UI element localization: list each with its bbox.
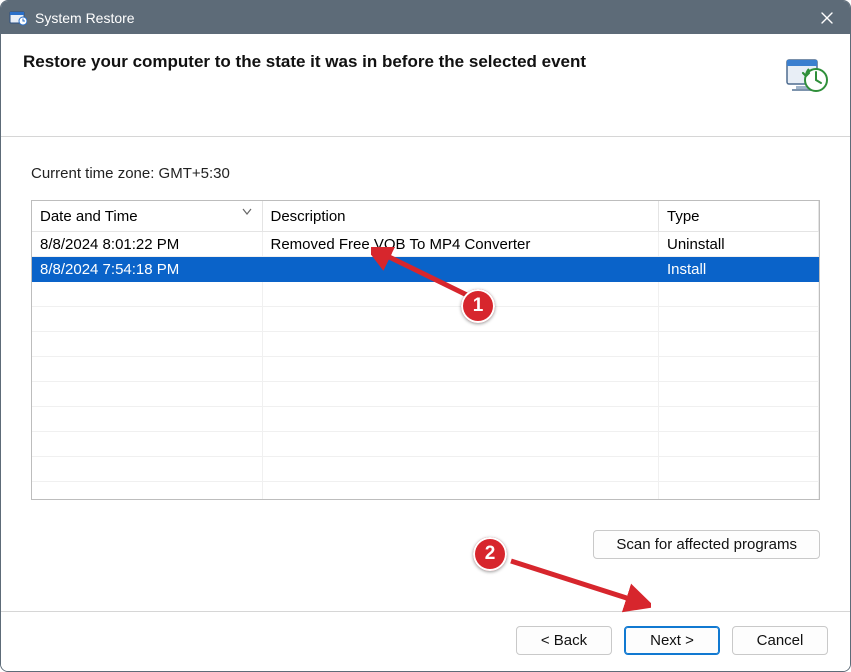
col-datetime[interactable]: Date and Time bbox=[32, 201, 262, 232]
scan-row: Scan for affected programs bbox=[31, 530, 820, 559]
table-row[interactable] bbox=[32, 332, 819, 357]
app-icon bbox=[9, 9, 27, 27]
table-row[interactable] bbox=[32, 432, 819, 457]
wizard-footer: < Back Next > Cancel bbox=[1, 611, 850, 671]
back-button[interactable]: < Back bbox=[516, 626, 612, 655]
table-row[interactable]: 8/8/2024 8:01:22 PMRemoved Free VOB To M… bbox=[32, 232, 819, 257]
table-row[interactable] bbox=[32, 357, 819, 382]
col-datetime-label: Date and Time bbox=[40, 208, 138, 225]
cell-type bbox=[659, 457, 819, 482]
cell-type bbox=[659, 407, 819, 432]
close-icon bbox=[821, 12, 833, 24]
system-restore-window: System Restore Restore your computer to … bbox=[0, 0, 851, 672]
cell-datetime bbox=[32, 482, 262, 501]
table-row[interactable] bbox=[32, 307, 819, 332]
cell-type bbox=[659, 282, 819, 307]
cell-type bbox=[659, 482, 819, 501]
cell-datetime bbox=[32, 332, 262, 357]
col-type-label: Type bbox=[667, 208, 700, 225]
table-row[interactable] bbox=[32, 407, 819, 432]
cell-description bbox=[262, 382, 659, 407]
col-description-label: Description bbox=[271, 208, 346, 225]
titlebar: System Restore bbox=[1, 1, 850, 34]
table-header-row: Date and Time Description Type bbox=[32, 201, 819, 232]
page-heading: Restore your computer to the state it wa… bbox=[23, 52, 586, 72]
cell-description bbox=[262, 332, 659, 357]
cell-description bbox=[262, 357, 659, 382]
cell-type bbox=[659, 307, 819, 332]
table-row[interactable] bbox=[32, 482, 819, 501]
cell-datetime bbox=[32, 282, 262, 307]
cell-datetime bbox=[32, 307, 262, 332]
cell-datetime bbox=[32, 407, 262, 432]
cell-type: Uninstall bbox=[659, 232, 819, 257]
header-strip: Restore your computer to the state it wa… bbox=[1, 34, 850, 137]
scan-affected-button[interactable]: Scan for affected programs bbox=[593, 530, 820, 559]
cell-description bbox=[262, 257, 659, 282]
timezone-label: Current time zone: GMT+5:30 bbox=[31, 165, 820, 182]
col-description[interactable]: Description bbox=[262, 201, 659, 232]
window-title: System Restore bbox=[35, 10, 804, 26]
cell-description bbox=[262, 482, 659, 501]
cancel-button[interactable]: Cancel bbox=[732, 626, 828, 655]
next-button[interactable]: Next > bbox=[624, 626, 720, 655]
cell-type bbox=[659, 432, 819, 457]
col-type[interactable]: Type bbox=[659, 201, 819, 232]
cell-datetime bbox=[32, 457, 262, 482]
cell-description bbox=[262, 457, 659, 482]
restore-icon bbox=[784, 52, 828, 96]
table-row[interactable] bbox=[32, 382, 819, 407]
table-row[interactable] bbox=[32, 282, 819, 307]
cell-type bbox=[659, 357, 819, 382]
cell-description bbox=[262, 307, 659, 332]
body-area: Current time zone: GMT+5:30 Date and Tim… bbox=[1, 137, 850, 611]
cell-type: Install bbox=[659, 257, 819, 282]
cell-datetime: 8/8/2024 8:01:22 PM bbox=[32, 232, 262, 257]
cell-description bbox=[262, 282, 659, 307]
sort-caret-icon bbox=[242, 203, 252, 220]
cell-description bbox=[262, 432, 659, 457]
cell-datetime bbox=[32, 382, 262, 407]
cell-type bbox=[659, 382, 819, 407]
close-button[interactable] bbox=[804, 1, 850, 34]
cell-description: Removed Free VOB To MP4 Converter bbox=[262, 232, 659, 257]
cell-description bbox=[262, 407, 659, 432]
cell-datetime bbox=[32, 357, 262, 382]
cell-datetime: 8/8/2024 7:54:18 PM bbox=[32, 257, 262, 282]
table-row[interactable]: 8/8/2024 7:54:18 PM Install bbox=[32, 257, 819, 282]
table-row[interactable] bbox=[32, 457, 819, 482]
restore-points-table[interactable]: Date and Time Description Type bbox=[31, 200, 820, 500]
cell-type bbox=[659, 332, 819, 357]
cell-datetime bbox=[32, 432, 262, 457]
annotation-arrow-2 bbox=[501, 553, 651, 613]
